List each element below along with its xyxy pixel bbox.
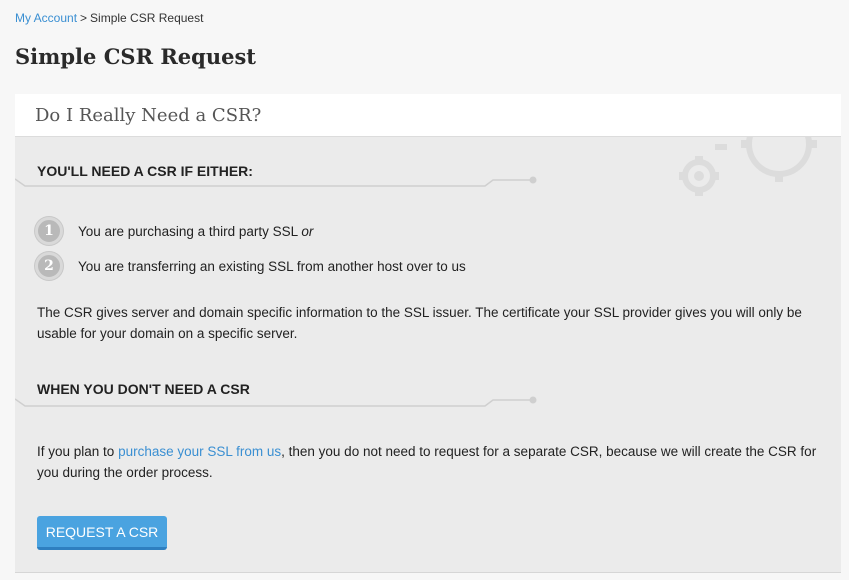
step-text-emphasis: or [301, 223, 314, 239]
circuit-divider [15, 396, 537, 407]
csr-info-card: Do I Really Need a CSR? YOU'LL NEED A CS… [15, 94, 841, 573]
breadcrumb: My Account > Simple CSR Request [15, 11, 203, 25]
step-number-2-icon: 2 [35, 252, 63, 280]
gears-icon [679, 136, 817, 196]
step-item-1: 1 You are purchasing a third party SSL o… [35, 217, 313, 245]
card-title: Do I Really Need a CSR? [35, 105, 262, 126]
csr-explanation: The CSR gives server and domain specific… [37, 305, 802, 341]
purchase-ssl-link[interactable]: purchase your SSL from us [118, 444, 281, 459]
page: My Account > Simple CSR Request Simple CSR… [0, 0, 849, 580]
step-number-1-icon: 1 [35, 217, 63, 245]
step-text-2: You are transferring an existing SSL fro… [78, 258, 466, 274]
card-header: Do I Really Need a CSR? [15, 94, 841, 137]
page-title: Simple CSR Request [15, 44, 256, 69]
step-item-2: 2 You are transferring an existing SSL f… [35, 252, 466, 280]
step-text-1: You are purchasing a third party SSL or [78, 223, 314, 239]
no-csr-explanation: If you plan to purchase your SSL from us… [37, 444, 817, 480]
request-csr-button[interactable]: REQUEST A CSR [37, 516, 167, 550]
breadcrumb-current: Simple CSR Request [90, 11, 204, 25]
breadcrumb-separator: > [80, 11, 88, 25]
breadcrumb-my-account-link[interactable]: My Account [15, 11, 77, 25]
circuit-divider [15, 176, 537, 187]
